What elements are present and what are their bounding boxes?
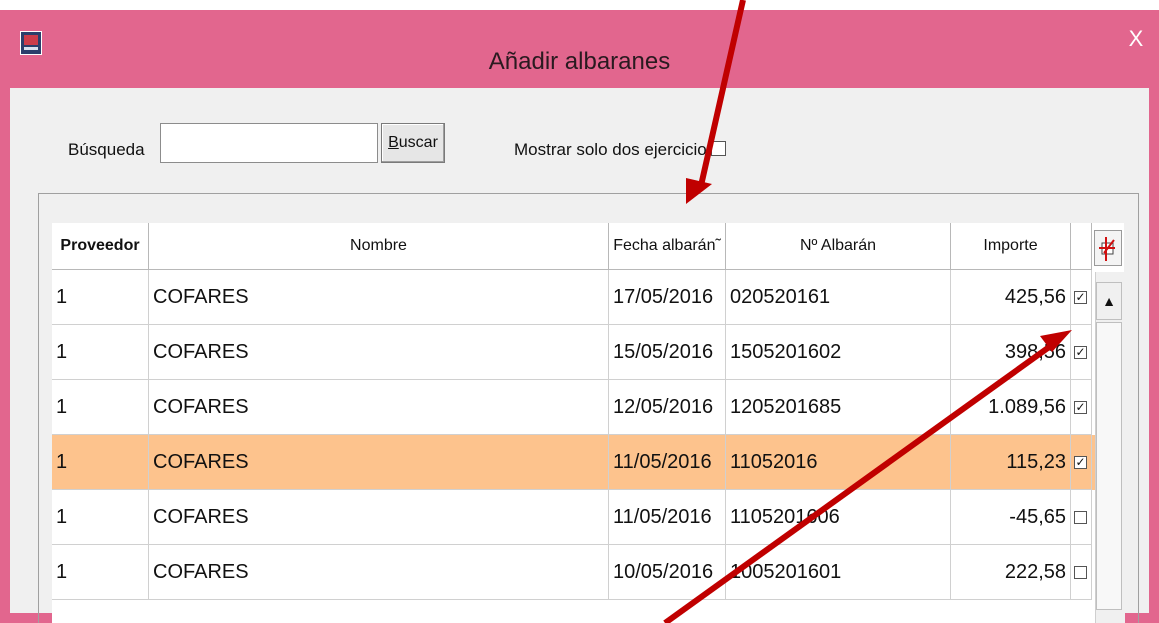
table-row[interactable]: 1 COFARES 15/05/2016 1505201602 398,56 ✓ — [52, 325, 1124, 380]
cell-importe: 222,58 — [951, 545, 1071, 600]
cell-numero: 1205201685 — [726, 380, 951, 435]
cell-check — [1071, 490, 1092, 545]
cell-fecha: 11/05/2016 — [609, 435, 726, 490]
table-row[interactable]: 1 COFARES 11/05/2016 1105201606 -45,65 — [52, 490, 1124, 545]
select-all-icon — [1099, 237, 1115, 261]
cell-numero: 1505201602 — [726, 325, 951, 380]
scroll-up-button[interactable]: ▲ — [1096, 282, 1122, 320]
search-label: Búsqueda — [68, 140, 145, 159]
column-header-proveedor[interactable]: Proveedor — [52, 223, 149, 270]
cell-proveedor: 1 — [52, 545, 149, 600]
cell-importe: -45,65 — [951, 490, 1071, 545]
search-input[interactable] — [160, 123, 378, 163]
cell-fecha: 17/05/2016 — [609, 270, 726, 325]
table-row[interactable]: 1 COFARES 11/05/2016 11052016 115,23 ✓ — [52, 435, 1124, 490]
close-button[interactable]: X — [1113, 10, 1159, 68]
column-header-numero[interactable]: Nº Albarán — [726, 223, 951, 270]
cell-fecha: 11/05/2016 — [609, 490, 726, 545]
cell-check: ✓ — [1071, 380, 1092, 435]
search-button-label: uscar — [398, 134, 438, 151]
search-button[interactable]: Buscar — [381, 123, 445, 163]
cell-importe: 1.089,56 — [951, 380, 1071, 435]
cell-numero: 020520161 — [726, 270, 951, 325]
title-bar[interactable]: Añadir albaranes X — [0, 10, 1159, 98]
column-header-importe[interactable]: Importe — [951, 223, 1071, 270]
show-two-years-label: Mostrar solo dos ejercicios — [514, 140, 716, 159]
cell-fecha: 10/05/2016 — [609, 545, 726, 600]
cell-importe: 425,56 — [951, 270, 1071, 325]
cell-check: ✓ — [1071, 270, 1092, 325]
cell-nombre: COFARES — [149, 545, 609, 600]
albaranes-grid: Proveedor Nombre Fecha albarán˜ Nº Albar… — [52, 223, 1124, 623]
column-header-fecha[interactable]: Fecha albarán˜ — [609, 223, 726, 270]
row-checkbox[interactable] — [1074, 566, 1087, 579]
show-two-years-checkbox[interactable] — [711, 141, 726, 156]
cell-nombre: COFARES — [149, 380, 609, 435]
row-checkbox[interactable]: ✓ — [1074, 291, 1087, 304]
cell-check: ✓ — [1071, 435, 1092, 490]
cell-importe: 398,56 — [951, 325, 1071, 380]
row-checkbox[interactable] — [1074, 511, 1087, 524]
cell-proveedor: 1 — [52, 490, 149, 545]
cell-fecha: 15/05/2016 — [609, 325, 726, 380]
cell-proveedor: 1 — [52, 270, 149, 325]
scroll-thumb[interactable] — [1096, 322, 1122, 610]
cell-check: ✓ — [1071, 325, 1092, 380]
cell-numero: 11052016 — [726, 435, 951, 490]
cell-numero: 1005201601 — [726, 545, 951, 600]
cell-importe: 115,23 — [951, 435, 1071, 490]
cell-fecha: 12/05/2016 — [609, 380, 726, 435]
search-button-mnemonic: B — [388, 134, 399, 151]
cell-proveedor: 1 — [52, 435, 149, 490]
table-row[interactable]: 1 COFARES 17/05/2016 020520161 425,56 ✓ — [52, 270, 1124, 325]
column-header-nombre[interactable]: Nombre — [149, 223, 609, 270]
cell-numero: 1105201606 — [726, 490, 951, 545]
cell-nombre: COFARES — [149, 325, 609, 380]
cell-nombre: COFARES — [149, 490, 609, 545]
cell-proveedor: 1 — [52, 325, 149, 380]
table-row[interactable]: 1 COFARES 12/05/2016 1205201685 1.089,56 ✓ — [52, 380, 1124, 435]
column-header-check — [1071, 223, 1092, 270]
table-row[interactable]: 1 COFARES 10/05/2016 1005201601 222,58 — [52, 545, 1124, 600]
cell-nombre: COFARES — [149, 270, 609, 325]
row-checkbox[interactable]: ✓ — [1074, 456, 1087, 469]
cell-check — [1071, 545, 1092, 600]
row-checkbox[interactable]: ✓ — [1074, 346, 1087, 359]
cell-nombre: COFARES — [149, 435, 609, 490]
select-all-button[interactable] — [1094, 230, 1122, 266]
window-title: Añadir albaranes — [488, 48, 671, 75]
cell-proveedor: 1 — [52, 380, 149, 435]
row-checkbox[interactable]: ✓ — [1074, 401, 1087, 414]
